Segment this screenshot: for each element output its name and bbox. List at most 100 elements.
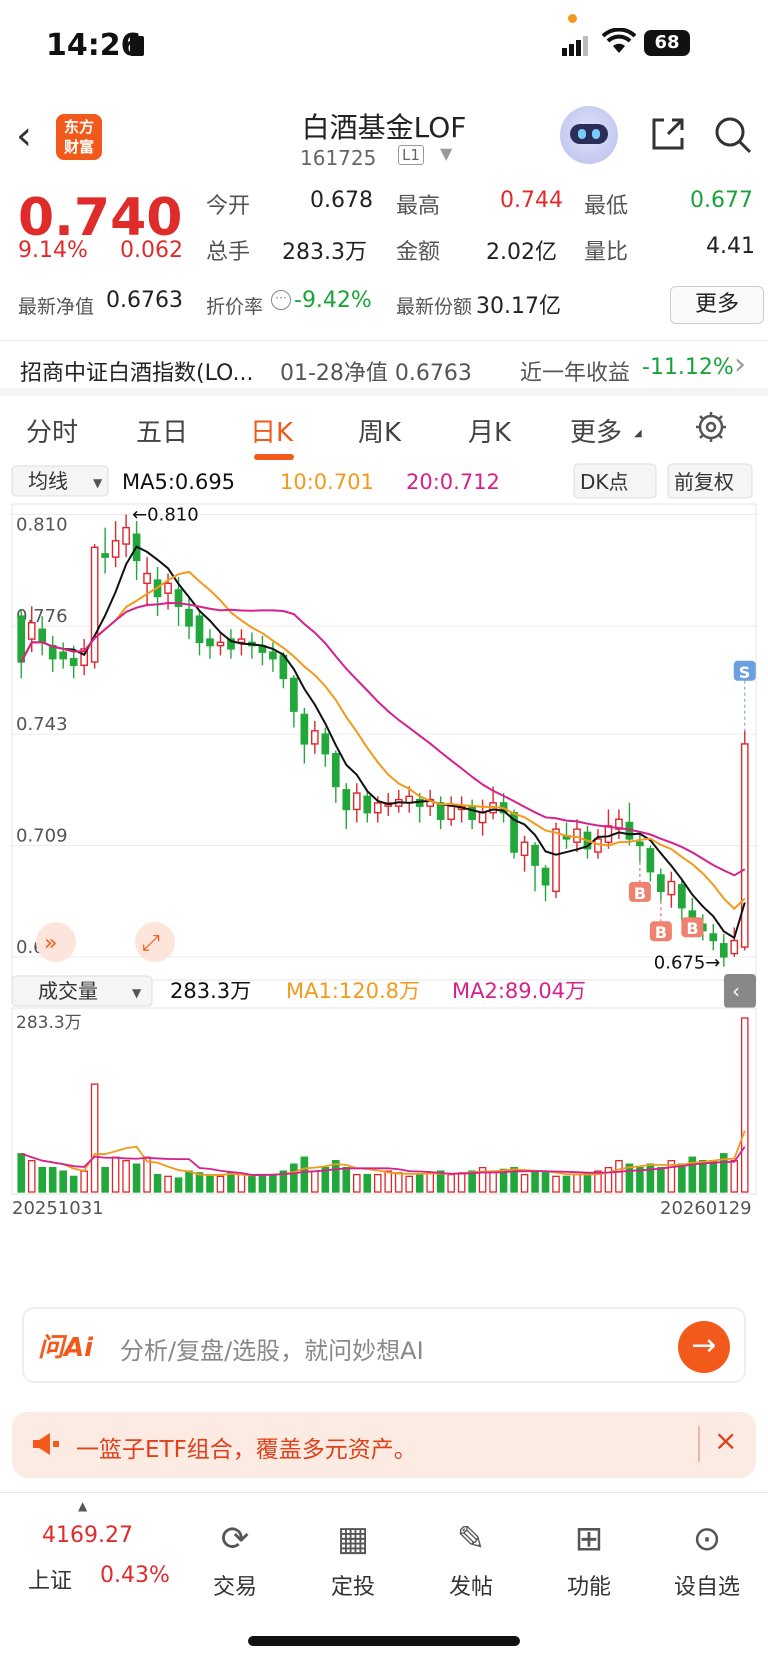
y-tick-label: 0.743 bbox=[16, 714, 68, 735]
caret-up-icon: ▲ bbox=[78, 1499, 88, 1513]
volume-bar bbox=[352, 1173, 361, 1193]
candle-body bbox=[594, 838, 602, 853]
candle-body bbox=[447, 805, 456, 820]
nav-trade[interactable]: ⟳ 交易 bbox=[185, 1519, 285, 1601]
collapse-panel-button[interactable] bbox=[724, 974, 756, 1008]
nav-bar: ‹ 东方 财富 白酒基金LOF 161725 L1 ▼ bbox=[0, 100, 768, 180]
candle-body bbox=[185, 608, 193, 627]
y-tick-label: 0.810 bbox=[16, 515, 68, 536]
index-name[interactable]: 上证 bbox=[28, 1563, 72, 1595]
index-nav: 01-28净值 0.6763 bbox=[280, 361, 472, 386]
level-badge[interactable]: L1 bbox=[398, 145, 424, 165]
ma10-line bbox=[20, 570, 746, 911]
date-start: 20251031 bbox=[12, 1198, 104, 1219]
kline-svg[interactable]: 均线 ▼ MA5:0.695 10:0.701 20:0.712 DK点 前复权… bbox=[0, 462, 768, 1294]
volume-bar bbox=[573, 1173, 581, 1193]
tab-daily-k[interactable]: 日K bbox=[250, 412, 293, 449]
volume-bar bbox=[646, 1163, 655, 1193]
candle-body bbox=[646, 848, 655, 873]
nav-invest[interactable]: ▦ 定投 bbox=[303, 1519, 403, 1601]
ma-lines bbox=[20, 545, 746, 940]
candle-body bbox=[636, 841, 644, 847]
volume-bar bbox=[48, 1166, 57, 1193]
search-icon[interactable] bbox=[712, 114, 754, 165]
volume-bar bbox=[457, 1172, 466, 1193]
more-button[interactable]: 更多 bbox=[670, 286, 764, 324]
tab-intraday[interactable]: 分时 bbox=[26, 412, 78, 449]
volume-max-label: 283.3万 bbox=[16, 1013, 82, 1033]
volume-bar bbox=[583, 1172, 592, 1193]
settings-gear-icon[interactable] bbox=[694, 410, 728, 448]
low-value: 0.677 bbox=[690, 188, 753, 213]
chevron-left-icon: ‹ bbox=[732, 979, 740, 1003]
shares-label: 最新份额 bbox=[396, 296, 473, 318]
volume-bar bbox=[174, 1177, 183, 1193]
candle-body bbox=[363, 795, 372, 814]
tab-weekly-k[interactable]: 周K bbox=[358, 412, 401, 449]
shares-value: 30.17亿 bbox=[476, 294, 561, 319]
candle-body bbox=[740, 743, 749, 948]
volume-bar bbox=[657, 1166, 665, 1193]
volume-bar bbox=[27, 1160, 36, 1193]
candle-body bbox=[709, 933, 718, 942]
ai-input-placeholder[interactable]: 分析/复盘/选股，就问妙想AI bbox=[120, 1331, 424, 1366]
signal-icon bbox=[562, 36, 588, 60]
arrow-right-icon[interactable]: → bbox=[678, 1321, 730, 1373]
nav-functions-label: 功能 bbox=[566, 1575, 611, 1600]
candle-body bbox=[143, 572, 151, 585]
vol-ma1-label: MA1:120.8万 bbox=[286, 979, 420, 1003]
candle-body bbox=[677, 884, 686, 909]
volume-bar bbox=[206, 1175, 214, 1193]
candle-body bbox=[269, 651, 277, 660]
volume-bar bbox=[384, 1170, 393, 1193]
ai-assistant-avatar[interactable] bbox=[560, 106, 618, 164]
nav-post[interactable]: ✎ 发帖 bbox=[421, 1519, 521, 1601]
chevron-down-icon[interactable]: ▼ bbox=[440, 144, 452, 163]
high-value: 0.744 bbox=[500, 188, 563, 213]
chevron-down-icon: ▼ bbox=[93, 476, 103, 490]
tracking-index-row[interactable]: 招商中证白酒指数(LO... 01-28净值 0.6763 近一年收益 -11.… bbox=[0, 340, 768, 396]
nav-label: 最新净值 bbox=[18, 296, 95, 318]
home-indicator bbox=[248, 1636, 520, 1646]
signal-label: S bbox=[739, 663, 751, 682]
volume-toggle[interactable]: 成交量 bbox=[38, 979, 98, 1003]
volume-bar bbox=[38, 1166, 47, 1193]
nav-invest-label: 定投 bbox=[330, 1575, 375, 1600]
volume-bar bbox=[363, 1173, 372, 1193]
volume-bar bbox=[678, 1163, 686, 1193]
close-icon[interactable]: × bbox=[714, 1424, 737, 1457]
volume-bar bbox=[342, 1166, 351, 1193]
nav-watchlist[interactable]: ⊙ 设自选 bbox=[657, 1519, 757, 1601]
info-icon[interactable]: ··· bbox=[271, 290, 291, 310]
ai-logo: 问Ai bbox=[38, 1333, 94, 1363]
volume-bar bbox=[101, 1166, 109, 1193]
candle-body bbox=[657, 874, 665, 893]
kline-chart-area[interactable]: 均线 ▼ MA5:0.695 10:0.701 20:0.712 DK点 前复权… bbox=[0, 462, 768, 1294]
volume-bar bbox=[531, 1170, 539, 1193]
ma-toggle[interactable]: 均线 bbox=[28, 469, 68, 493]
candle-body bbox=[730, 939, 739, 955]
tab-more[interactable]: 更多 bbox=[570, 412, 622, 449]
volume-value: 283.3万 bbox=[282, 240, 367, 265]
candle-body bbox=[206, 638, 214, 647]
nav-functions[interactable]: ⊞ 功能 bbox=[539, 1519, 639, 1601]
index-change[interactable]: 0.43% bbox=[100, 1563, 170, 1588]
quote-panel: 0.740 9.14% 0.062 今开 0.678 最高 0.744 最低 0… bbox=[0, 180, 768, 338]
adjust-button[interactable]: 前复权 bbox=[674, 470, 734, 494]
amount-label: 金额 bbox=[396, 240, 441, 265]
tab-monthly-k[interactable]: 月K bbox=[468, 412, 511, 449]
dk-button[interactable]: DK点 bbox=[580, 470, 629, 494]
volume-bar bbox=[164, 1175, 172, 1193]
post-icon: ✎ bbox=[456, 1519, 486, 1559]
notice-banner[interactable]: 一篮子ETF组合，覆盖多元资产。 × bbox=[12, 1412, 756, 1478]
ma20-label: 20:0.712 bbox=[406, 470, 500, 494]
volume-bar bbox=[699, 1160, 707, 1193]
ai-ask-box[interactable]: 问Ai 分析/复盘/选股，就问妙想AI → bbox=[22, 1307, 746, 1383]
tab-five-day[interactable]: 五日 bbox=[136, 412, 188, 449]
index-value[interactable]: 4169.27 bbox=[42, 1523, 133, 1548]
candle-body bbox=[310, 730, 319, 745]
nav-trade-label: 交易 bbox=[212, 1575, 257, 1600]
share-icon[interactable] bbox=[648, 114, 688, 163]
volume-bar bbox=[153, 1173, 162, 1193]
candle-body bbox=[216, 641, 225, 647]
